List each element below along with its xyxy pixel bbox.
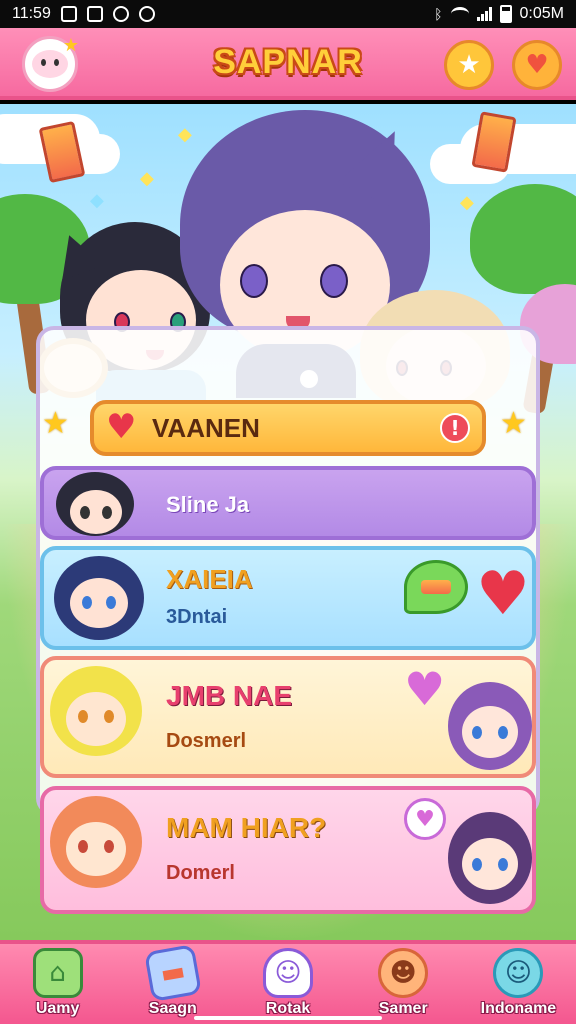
app-title: SAPNAR bbox=[213, 42, 363, 81]
signal-icon bbox=[476, 7, 492, 21]
tab-label: Samer bbox=[378, 1000, 428, 1017]
item-subtitle: 3Dntai bbox=[166, 606, 228, 628]
status-time: 11:59 bbox=[12, 5, 51, 22]
section-banner[interactable]: ♥ VAANEN ! bbox=[90, 400, 486, 456]
heart-bubble-icon[interactable]: ♥ bbox=[404, 798, 446, 840]
item-subtitle: Domerl bbox=[166, 862, 235, 884]
ghost-icon: ☺ bbox=[263, 948, 313, 998]
bottom-tab-bar: ⌂ Uamy ▬ Saagn ☺ Rotak ☻ Samer ☺ Indonam… bbox=[0, 940, 576, 1024]
star-icon: ★ bbox=[457, 50, 481, 80]
item-name: MAM HIAR? bbox=[166, 812, 327, 843]
heart-icon: ♥ bbox=[525, 50, 549, 80]
home-indicator[interactable] bbox=[194, 1016, 382, 1020]
fox-face-icon: ☻ bbox=[378, 948, 429, 998]
gallery-notification-icon bbox=[60, 6, 77, 22]
clock-notification-icon bbox=[138, 6, 155, 22]
star-left-icon: ★ bbox=[42, 406, 69, 441]
likes-button[interactable]: ♥ bbox=[512, 40, 562, 90]
battery-icon bbox=[499, 5, 512, 23]
mail-notification-icon bbox=[86, 6, 103, 22]
avatar bbox=[56, 472, 134, 536]
avatar bbox=[448, 682, 532, 770]
list-item[interactable]: XAIEIA 3Dntai ♥ bbox=[40, 546, 536, 650]
item-subtitle: Dosmerl bbox=[166, 730, 247, 752]
list-item[interactable]: MAM HIAR? Domerl ♥ bbox=[40, 786, 536, 914]
tab-smile[interactable]: ☺ Indoname bbox=[461, 944, 576, 1024]
status-right-time: 0:05M bbox=[519, 5, 564, 22]
tab-label: Indoname bbox=[480, 1000, 557, 1017]
avatar bbox=[50, 666, 142, 756]
item-name: XAIEIA bbox=[166, 564, 253, 594]
tab-home[interactable]: ⌂ Uamy bbox=[0, 944, 115, 1024]
avatar bbox=[50, 796, 142, 888]
list-item[interactable]: Sline Ja bbox=[40, 466, 536, 540]
tab-label: Saagn bbox=[148, 1000, 197, 1017]
wifi-icon bbox=[450, 7, 469, 21]
smile-face-icon: ☺ bbox=[493, 948, 544, 998]
list-item[interactable]: JMB NAE Dosmerl ♥ bbox=[40, 656, 536, 778]
heart-icon: ♥ bbox=[106, 407, 137, 447]
app-header: ★ SAPNAR ★ ♥ bbox=[0, 28, 576, 100]
house-icon: ⌂ bbox=[32, 948, 83, 998]
avatar bbox=[448, 812, 532, 904]
tab-ghost[interactable]: ☺ Rotak bbox=[230, 944, 345, 1024]
sync-notification-icon bbox=[112, 6, 129, 22]
tab-fox[interactable]: ☻ Samer bbox=[346, 944, 461, 1024]
alert-badge[interactable]: ! bbox=[440, 413, 470, 443]
avatar bbox=[54, 556, 144, 640]
heart-icon[interactable]: ♥ bbox=[404, 666, 445, 712]
bluetooth-icon: ᛒ bbox=[434, 6, 443, 22]
tab-label: Uamy bbox=[35, 1000, 80, 1017]
star-right-icon: ★ bbox=[500, 406, 527, 441]
game-card-icon: ▬ bbox=[143, 944, 202, 1002]
tab-cards[interactable]: ▬ Saagn bbox=[115, 944, 230, 1024]
banner-title: VAANEN bbox=[152, 412, 260, 443]
item-name: JMB NAE bbox=[166, 680, 293, 711]
smile-bubble-icon[interactable]: ★ bbox=[22, 35, 79, 92]
status-bar: 11:59 ᛒ 0:05M bbox=[0, 0, 576, 28]
favorites-button[interactable]: ★ bbox=[444, 40, 494, 90]
item-name: Sline Ja bbox=[166, 492, 250, 517]
chat-heart-icon[interactable] bbox=[404, 560, 468, 614]
heart-icon[interactable]: ♥ bbox=[476, 564, 530, 624]
